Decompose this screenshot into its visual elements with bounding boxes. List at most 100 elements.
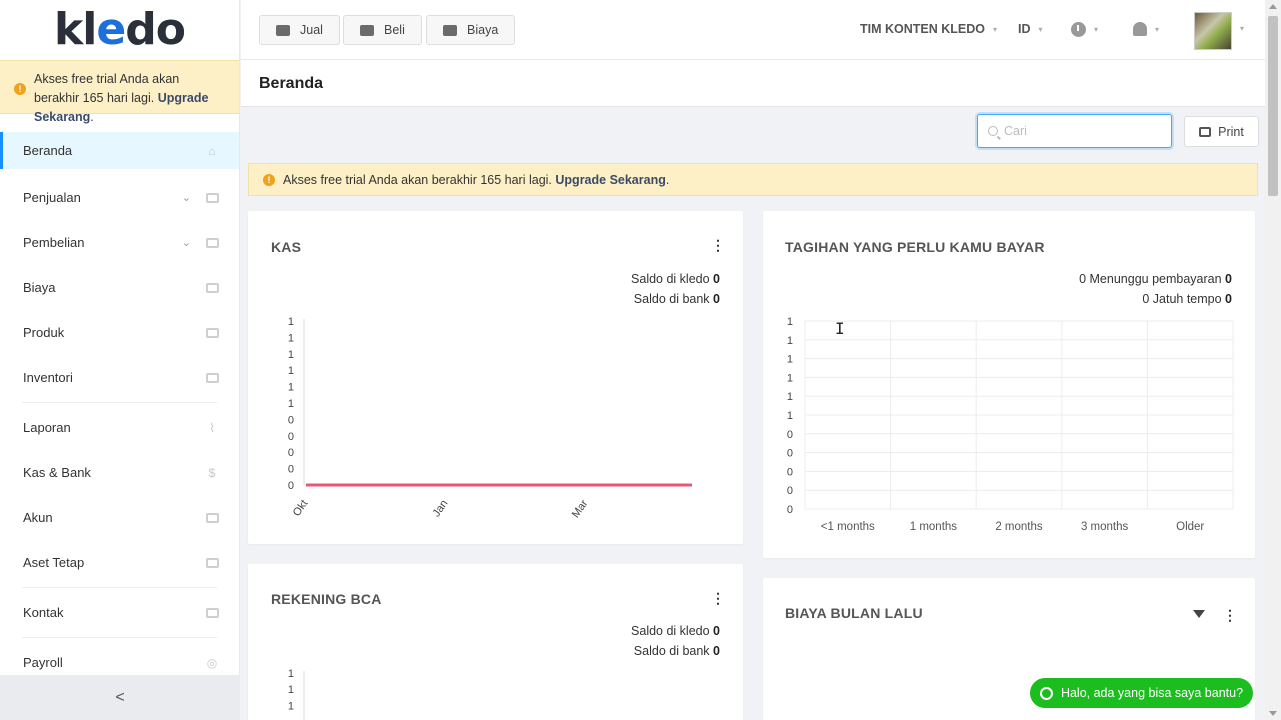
home-icon: ⌂ xyxy=(208,143,216,158)
x-tick-label: Older xyxy=(1176,521,1204,533)
history-dropdown[interactable]: ▾ xyxy=(1071,22,1098,37)
scroll-down-icon[interactable] xyxy=(1269,711,1277,716)
x-tick-label: 3 months xyxy=(1081,521,1129,533)
upgrade-link[interactable]: Upgrade Sekarang xyxy=(555,173,665,187)
rekening-line-chart: 1 1 1 xyxy=(288,668,305,720)
chevron-left-icon: < xyxy=(115,688,125,706)
printer-icon xyxy=(1199,126,1212,137)
y-tick-label: 1 xyxy=(288,316,294,328)
y-tick-label: 1 xyxy=(288,365,294,377)
sidebar-item-akun[interactable]: Akun xyxy=(0,495,239,540)
x-tick-label: Okt xyxy=(291,498,311,519)
warehouse-icon xyxy=(205,372,219,384)
tagihan-card: TAGIHAN YANG PERLU KAMU BAYAR 0 Menunggu… xyxy=(763,211,1255,558)
y-tick-label: 0 xyxy=(288,447,294,459)
y-tick-label: 1 xyxy=(787,335,793,347)
dollar-icon: $ xyxy=(208,465,216,480)
y-tick-label: 0 xyxy=(787,504,793,516)
caret-down-icon[interactable]: ▾ xyxy=(1240,24,1244,33)
card-title: BIAYA BULAN LALU xyxy=(785,605,923,621)
notifications-dropdown[interactable]: ▾ xyxy=(1133,22,1159,36)
x-tick-label: Mar xyxy=(570,498,591,521)
y-tick-label: 0 xyxy=(288,431,294,443)
biaya-button[interactable]: Biaya xyxy=(426,15,516,45)
divider xyxy=(22,402,217,403)
search-input[interactable]: Cari xyxy=(977,114,1172,148)
whatsapp-chat-button[interactable]: Halo, ada yang bisa saya bantu? xyxy=(1030,678,1253,708)
rekening-bca-card: REKENING BCA ⋮ Saldo di kledo 0 Saldo di… xyxy=(248,564,743,720)
y-tick-label: 1 xyxy=(787,410,793,422)
y-tick-label: 1 xyxy=(288,332,294,344)
y-tick-label: 1 xyxy=(288,684,294,696)
sidebar-item-kas-bank[interactable]: Kas & Bank $ xyxy=(0,450,239,495)
scroll-up-icon[interactable] xyxy=(1269,4,1277,9)
sidebar: kledo ! Akses free trial Anda akan berak… xyxy=(0,0,240,720)
y-tick-label: 1 xyxy=(787,354,793,366)
bag-icon xyxy=(205,237,219,249)
sidebar-item-beranda[interactable]: Beranda ⌂ xyxy=(0,132,239,169)
y-tick-label: 1 xyxy=(288,398,294,410)
check-circle-icon: ◎ xyxy=(206,655,218,670)
x-tick-label: <1 months xyxy=(821,521,875,533)
basket-icon xyxy=(205,192,219,204)
x-tick-label: 1 months xyxy=(910,521,958,533)
sidebar-nav: Beranda ⌂ Penjualan ⌄ Pembelian ⌄ Biaya … xyxy=(0,132,239,685)
sidebar-item-penjualan[interactable]: Penjualan ⌄ xyxy=(0,175,239,220)
y-tick-label: 0 xyxy=(787,466,793,478)
sidebar-item-kontak[interactable]: Kontak xyxy=(0,590,239,635)
sidebar-item-produk[interactable]: Produk xyxy=(0,310,239,355)
warning-icon: ! xyxy=(263,173,275,186)
bag-icon xyxy=(360,24,374,36)
y-tick-label: 0 xyxy=(787,485,793,497)
beli-button[interactable]: Beli xyxy=(343,15,422,45)
contact-card-icon xyxy=(205,607,219,619)
caret-down-icon: ▾ xyxy=(993,24,998,34)
ledger-icon xyxy=(205,512,219,524)
building-icon xyxy=(205,557,219,569)
caret-down-icon: ▾ xyxy=(1155,24,1160,34)
search-placeholder: Cari xyxy=(1004,124,1027,138)
more-vertical-icon[interactable]: ⋮ xyxy=(1223,608,1237,622)
scroll-thumb[interactable] xyxy=(1268,16,1278,196)
y-tick-label: 0 xyxy=(288,414,294,426)
search-icon xyxy=(988,126,998,136)
kas-card: KAS ⋮ Saldo di kledo 0 Saldo di bank 0 1… xyxy=(248,211,743,544)
basket-icon xyxy=(276,24,290,36)
sidebar-item-aset-tetap[interactable]: Aset Tetap xyxy=(0,540,239,585)
y-tick-label: 0 xyxy=(787,429,793,441)
scrollbar[interactable] xyxy=(1265,0,1281,720)
sidebar-collapse-button[interactable]: < xyxy=(0,675,240,720)
jual-button[interactable]: Jual xyxy=(259,15,340,45)
y-tick-label: 1 xyxy=(787,372,793,384)
kledo-logo-icon: kledo xyxy=(54,4,186,55)
page-title: Beranda xyxy=(259,75,324,92)
chevron-down-icon: ⌄ xyxy=(181,237,191,249)
print-button[interactable]: Print xyxy=(1184,116,1259,147)
sidebar-item-biaya[interactable]: Biaya xyxy=(0,265,239,310)
sidebar-trial-banner: ! Akses free trial Anda akan berakhir 16… xyxy=(0,60,239,124)
sidebar-item-laporan[interactable]: Laporan ⌇ xyxy=(0,405,239,450)
clock-icon xyxy=(1071,22,1086,37)
y-tick-label: 0 xyxy=(288,480,294,492)
y-tick-label: 1 xyxy=(288,668,294,680)
bell-icon xyxy=(1133,22,1147,36)
company-dropdown[interactable]: TIM KONTEN KLEDO ▾ xyxy=(860,22,997,36)
trial-banner: ! Akses free trial Anda akan berakhir 16… xyxy=(248,163,1258,196)
box-icon xyxy=(205,327,219,339)
topbar: Jual Beli Biaya TIM KONTEN KLEDO ▾ ID ▾ ▾ … xyxy=(241,0,1265,60)
filter-icon[interactable] xyxy=(1193,610,1205,622)
sidebar-item-inventori[interactable]: Inventori xyxy=(0,355,239,400)
chart-icon: ⌇ xyxy=(209,420,215,435)
whatsapp-icon xyxy=(1039,686,1053,700)
caret-down-icon: ▾ xyxy=(1094,25,1099,34)
chevron-down-icon: ⌄ xyxy=(181,192,191,204)
logo[interactable]: kledo xyxy=(0,0,239,60)
divider xyxy=(22,637,217,638)
language-dropdown[interactable]: ID ▾ xyxy=(1018,22,1043,36)
avatar[interactable] xyxy=(1194,12,1232,50)
caret-down-icon: ▾ xyxy=(1038,24,1043,34)
kas-line-chart: 1 1 1 1 1 1 0 0 0 0 0 Okt Jan Mar xyxy=(288,316,692,521)
sidebar-item-pembelian[interactable]: Pembelian ⌄ xyxy=(0,220,239,265)
y-tick-label: 1 xyxy=(787,316,793,328)
x-tick-label: 2 months xyxy=(995,521,1043,533)
